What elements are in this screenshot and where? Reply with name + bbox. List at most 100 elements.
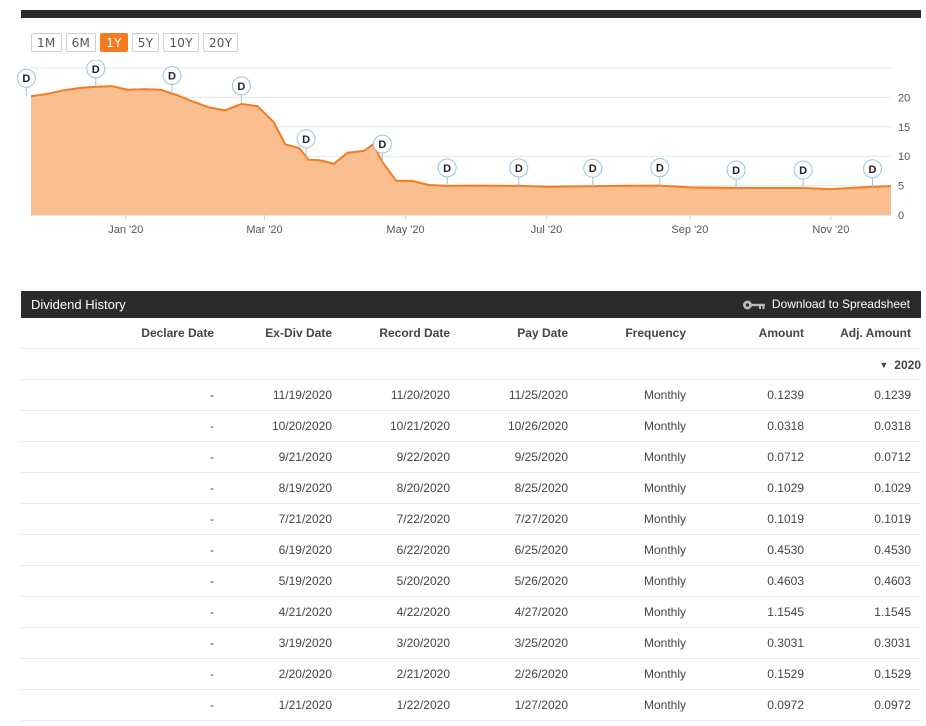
dividend-marker-label: D [656,163,664,175]
dividend-marker[interactable]: D [16,68,36,97]
record-date-cell: 4/22/2020 [332,596,450,628]
adj-amount-cell: 0.4603 [804,565,921,597]
dividend-history-header: Dividend History Download to Spreadsheet [21,291,921,318]
table-row: -3/19/2020 3/20/2020 3/25/2020 Monthly 0.303… [21,627,921,659]
pay-date-cell: 1/27/2020 [450,689,568,721]
dividend-marker-label: D [302,134,310,146]
y-tick-label: 10 [898,151,910,163]
download-spreadsheet-link[interactable]: Download to Spreadsheet [742,291,910,318]
ex-div-date-cell: 11/19/2020 [214,379,332,411]
dividend-marker[interactable]: D [863,159,883,187]
frequency-cell: Monthly [568,503,686,535]
table-row: -6/19/2020 6/22/2020 6/25/2020 Monthly 0.453… [21,534,921,566]
range-20y-button[interactable]: 20Y [202,33,239,52]
table-header-row: Declare Date Ex-Div Date Record Date Pay… [21,318,921,349]
ex-div-date-cell: 9/21/2020 [214,441,332,473]
x-tick-label: May '20 [386,224,424,236]
year-group-row[interactable]: ▼ 2020 [21,348,921,380]
adj-amount-cell: 0.1029 [804,472,921,504]
pay-date-cell: 8/25/2020 [450,472,568,504]
col-amount[interactable]: Amount [686,318,804,349]
table-row: -4/21/2020 4/22/2020 4/27/2020 Monthly 1.154… [21,596,921,628]
x-tick-label: Nov '20 [812,224,849,236]
dividend-history-title: Dividend History [31,297,126,312]
amount-cell: 0.1019 [686,503,804,535]
dividend-marker[interactable]: D [86,60,106,87]
x-tick-label: Sep '20 [671,224,708,236]
declare-date-cell: - [21,472,214,504]
range-10y-button[interactable]: 10Y [163,33,199,52]
pay-date-cell: 7/27/2020 [450,503,568,535]
pay-date-cell: 3/25/2020 [450,627,568,659]
year-label: 2020 [894,357,921,372]
col-frequency[interactable]: Frequency [568,318,686,349]
dividend-marker-label: D [443,163,451,175]
col-adj-amount[interactable]: Adj. Amount [804,318,921,349]
dividend-marker[interactable]: D [650,158,670,186]
pay-date-cell: 4/27/2020 [450,596,568,628]
adj-amount-cell: 0.0972 [804,689,921,721]
record-date-cell: 8/20/2020 [332,472,450,504]
amount-cell: 0.4603 [686,565,804,597]
frequency-cell: Monthly [568,658,686,690]
caret-down-icon: ▼ [879,359,889,370]
frequency-cell: Monthly [568,472,686,504]
ex-div-date-cell: 2/20/2020 [214,658,332,690]
col-record-date[interactable]: Record Date [332,318,450,349]
col-declare-date[interactable]: Declare Date [21,318,214,349]
declare-date-cell: - [21,410,214,442]
y-tick-label: 5 [898,181,904,193]
range-1y-button[interactable]: 1Y [100,33,128,52]
y-tick-label: 0 [898,210,904,222]
frequency-cell: Monthly [568,379,686,411]
declare-date-cell: - [21,565,214,597]
declare-date-cell: - [21,596,214,628]
table-row: -5/19/2020 5/20/2020 5/26/2020 Monthly 0.460… [21,565,921,597]
frequency-cell: Monthly [568,596,686,628]
frequency-cell: Monthly [568,627,686,659]
amount-cell: 0.1239 [686,379,804,411]
table-row: -1/21/2020 1/22/2020 1/27/2020 Monthly 0.097… [21,689,921,721]
dividend-marker-label: D [869,164,877,176]
dividend-marker-label: D [515,163,523,175]
frequency-cell: Monthly [568,689,686,721]
declare-date-cell: - [21,379,214,411]
dividend-marker-label: D [799,165,807,177]
dividend-marker[interactable]: D [231,76,251,104]
pay-date-cell: 11/25/2020 [450,379,568,411]
download-spreadsheet-label: Download to Spreadsheet [771,297,910,311]
adj-amount-cell: 0.1239 [804,379,921,411]
adj-amount-cell: 1.1545 [804,596,921,628]
x-tick-label: Jan '20 [108,224,143,236]
range-1m-button[interactable]: 1M [31,33,62,52]
amount-cell: 0.0318 [686,410,804,442]
dividend-marker[interactable]: D [583,158,603,187]
dividend-marker-label: D [378,139,386,151]
amount-cell: 0.0712 [686,441,804,473]
table-row: -11/19/2020 11/20/2020 11/25/2020 Monthly 0.… [21,379,921,411]
record-date-cell: 1/22/2020 [332,689,450,721]
amount-cell: 0.0972 [686,689,804,721]
pay-date-cell: 6/25/2020 [450,534,568,566]
ex-div-date-cell: 4/21/2020 [214,596,332,628]
dividend-marker[interactable]: D [162,66,182,94]
record-date-cell: 7/22/2020 [332,503,450,535]
dividend-marker[interactable]: D [726,160,746,188]
range-5y-button[interactable]: 5Y [131,33,160,52]
col-pay-date[interactable]: Pay Date [450,318,568,349]
range-6m-button[interactable]: 6M [65,33,97,52]
dividend-marker[interactable]: D [437,158,457,186]
pay-date-cell: 2/26/2020 [450,658,568,690]
adj-amount-cell: 0.1019 [804,503,921,535]
ex-div-date-cell: 8/19/2020 [214,472,332,504]
dividend-marker[interactable]: D [509,158,529,186]
table-row: -7/21/2020 7/22/2020 7/27/2020 Monthly 0.101… [21,503,921,535]
col-ex-div-date[interactable]: Ex-Div Date [214,318,332,349]
adj-amount-cell: 0.4530 [804,534,921,566]
record-date-cell: 11/20/2020 [332,379,450,411]
record-date-cell: 10/21/2020 [332,410,450,442]
dividend-marker[interactable]: D [793,160,813,188]
price-chart[interactable]: D D D D D D D D D D D D D 0 5 10 15 20 Jan '20 Mar '20 May … [0,60,926,250]
frequency-cell: Monthly [568,534,686,566]
x-tick-label: Jul '20 [531,224,562,236]
